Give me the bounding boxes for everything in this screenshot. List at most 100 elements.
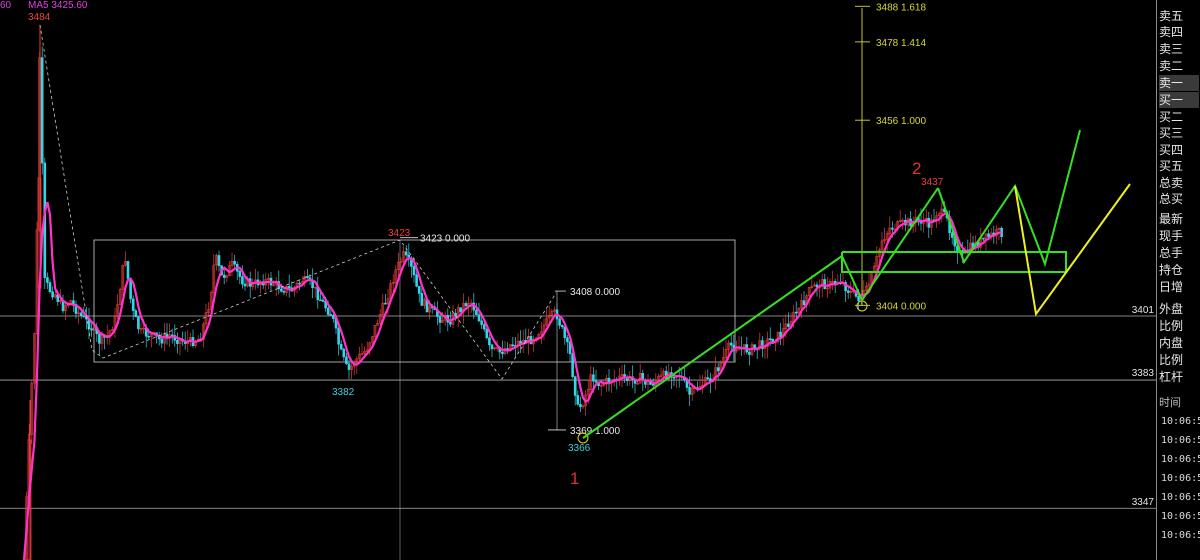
candle-body <box>566 337 569 343</box>
level-label-3347: 3347 <box>1131 497 1154 508</box>
candle-body <box>412 266 416 276</box>
candle-body <box>126 261 130 279</box>
candle-body <box>753 344 756 349</box>
candle-body <box>579 404 582 408</box>
candle-body <box>438 316 442 323</box>
candle-body <box>332 314 335 319</box>
fib-ext-label: 3478 1.414 <box>876 38 926 49</box>
candle-body <box>480 320 483 325</box>
candle-body <box>576 395 580 405</box>
ma-prefix-label: 60 <box>0 0 12 11</box>
quote-side-panel: 卖五 卖四 卖三 卖二 卖一 买一 买二 买三 买四 买五 总卖 总买 最新 现… <box>1156 0 1200 560</box>
candle-body <box>233 260 236 265</box>
candle-body <box>560 325 564 328</box>
panel-row-inner-vol: 内盘 <box>1159 336 1184 350</box>
candle-body <box>802 300 806 306</box>
candle-body <box>165 333 169 337</box>
candle-body <box>987 233 990 238</box>
level-label-3401: 3401 <box>1131 305 1154 316</box>
panel-row-latest: 最新 <box>1159 212 1184 226</box>
candle-body <box>716 367 720 372</box>
time-row: 10:06:55 <box>1161 473 1200 484</box>
fib-level-label: 3369 1.000 <box>570 426 620 437</box>
panel-row-buy2: 买二 <box>1159 110 1184 124</box>
panel-row-buy1: 买一 <box>1159 92 1199 108</box>
price-chart[interactable]: 3423 0.000 3408 0.000 3369 1.000 3488 1.618… <box>0 0 1200 560</box>
time-row: 10:06:55 <box>1161 492 1200 503</box>
candle-body <box>563 326 567 339</box>
candle-body <box>337 327 340 345</box>
panel-row-buy3: 买三 <box>1159 126 1184 140</box>
candle-body <box>477 314 481 322</box>
forecast-yellow-line <box>1014 183 1131 317</box>
candle-body <box>280 288 283 292</box>
candle-body <box>475 309 478 315</box>
candle-body <box>482 324 486 330</box>
ma5-label: MA5 3425.60 <box>28 0 88 11</box>
time-row: 10:06:53 <box>1161 416 1200 427</box>
pivot-label-3437: 3437 <box>921 177 944 188</box>
candle-body <box>485 328 489 339</box>
candle-body <box>298 282 301 285</box>
candle-body <box>511 344 515 347</box>
candle-body <box>326 307 330 315</box>
wave-label-1: 1 <box>570 469 579 488</box>
pivot-label-3484: 3484 <box>28 12 51 23</box>
fib-ext-label: 3404 0.000 <box>876 301 926 312</box>
panel-row-sell2: 卖二 <box>1159 59 1184 73</box>
candle-body <box>306 276 309 279</box>
candle-body <box>238 270 242 277</box>
candle-body <box>90 328 93 331</box>
candle-body <box>342 348 346 358</box>
candle-body <box>384 302 387 305</box>
candle-body <box>459 307 463 313</box>
panel-row-daily-change: 日增 <box>1159 280 1184 294</box>
candle-body <box>147 335 151 338</box>
fib-ext-label: 3456 1.000 <box>876 116 926 127</box>
panel-row-sell3: 卖三 <box>1159 42 1184 56</box>
candle-body <box>558 318 561 326</box>
candle-body <box>46 277 49 283</box>
candle-body <box>490 344 494 350</box>
candle-body <box>51 291 54 298</box>
candle-body <box>464 303 468 307</box>
candle-body <box>404 251 408 256</box>
panel-row-current-vol: 现手 <box>1159 229 1184 243</box>
time-row: 10:06:54 <box>1161 454 1200 465</box>
candle-body <box>79 312 83 317</box>
candle-body <box>82 315 86 318</box>
candle-body <box>594 380 598 383</box>
panel-row-buy4: 买四 <box>1159 143 1184 157</box>
candle-body <box>339 343 343 350</box>
candle-body <box>319 299 322 302</box>
candle-body <box>134 310 138 318</box>
candle-body <box>592 374 595 382</box>
pivot-labels: 3484 3423 3382 3366 3437 1 2 <box>28 12 944 488</box>
candle-body <box>420 293 424 306</box>
candle-body <box>573 376 577 396</box>
candle-body <box>571 353 574 377</box>
pivot-label-3382: 3382 <box>332 387 355 398</box>
candle-body <box>449 321 452 325</box>
candle-body <box>321 299 325 302</box>
trend-lines <box>39 24 1131 439</box>
time-header: 时间 <box>1159 396 1181 409</box>
fib-level-label: 3423 0.000 <box>420 234 470 245</box>
wave-label-2: 2 <box>912 159 921 178</box>
ma5-polyline <box>22 201 1002 560</box>
candle-body <box>415 274 418 287</box>
candle-body <box>176 339 179 344</box>
panel-row-ratio-2: 比例 <box>1159 353 1184 367</box>
time-row: 10:06:56 <box>1161 511 1200 522</box>
candle-body <box>287 286 291 289</box>
candle-body <box>347 363 351 370</box>
wave-line <box>841 187 939 303</box>
candle-body <box>98 333 101 344</box>
candle-body <box>688 387 691 395</box>
candle-body <box>748 351 751 355</box>
panel-row-total-buy: 总买 <box>1159 192 1184 206</box>
panel-row-outer-vol: 外盘 <box>1159 302 1184 316</box>
panel-row-sell5: 卖五 <box>1159 9 1184 23</box>
panel-row-total-vol: 总手 <box>1159 246 1184 260</box>
time-row: 10:06:54 <box>1161 435 1200 446</box>
